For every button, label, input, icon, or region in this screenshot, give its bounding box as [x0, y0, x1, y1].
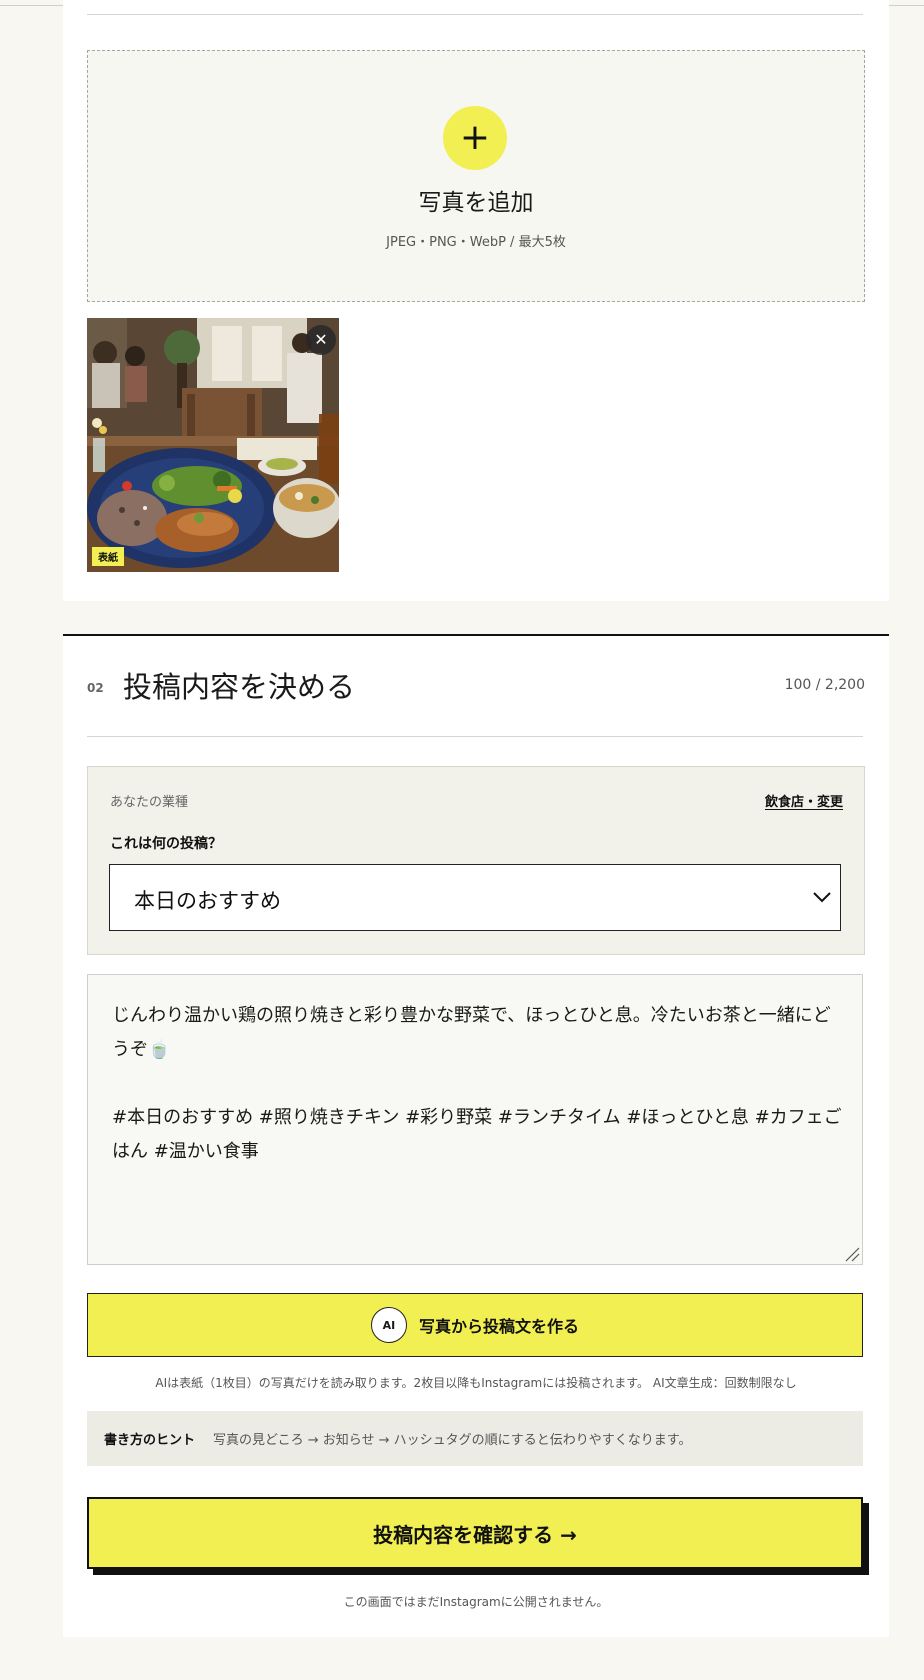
- ai-badge: AI: [370, 1307, 407, 1343]
- post-content-section: 02 投稿内容を決める 100 / 2,200 あなたの業種 飲食店・変更 これ…: [63, 634, 889, 1637]
- ai-note: AIは表紙（1枚目）の写真だけを読み取ります。2枚目以降もInstagramには…: [155, 1376, 797, 1390]
- ai-generate-button[interactable]: AI 写真から投稿文を作る: [87, 1293, 863, 1357]
- writing-hint: 書き方のヒント 写真の見どころ → お知らせ → ハッシュタグの順にすると伝わり…: [87, 1411, 863, 1466]
- hint-text: 写真の見どころ → お知らせ → ハッシュタグの順にすると伝わりやすくなります。: [213, 1433, 692, 1448]
- hint-title: 書き方のヒント: [104, 1433, 196, 1448]
- post-type-selected: 本日のおすすめ: [134, 889, 281, 913]
- divider: [87, 14, 863, 15]
- divider: [87, 736, 863, 737]
- resize-handle-icon[interactable]: [844, 1246, 860, 1262]
- industry-label: あなたの業種: [110, 795, 189, 810]
- chevron-down-icon: [813, 892, 831, 903]
- post-type-select[interactable]: 本日のおすすめ: [109, 864, 841, 931]
- plus-icon: +: [459, 117, 491, 158]
- upload-format-note: JPEG・PNG・WebP / 最大5枚: [386, 235, 566, 250]
- section-number: 02: [87, 681, 104, 695]
- confirm-post-button[interactable]: 投稿内容を確認する →: [87, 1497, 863, 1569]
- photo-section: + 写真を追加 JPEG・PNG・WebP / 最大5枚 ✕ 表紙: [63, 0, 889, 601]
- food-photo: [87, 318, 339, 572]
- post-text[interactable]: じんわり温かい鶏の照り焼きと彩り豊かな野菜で、ほっとひと息。冷たいお茶と一緒にど…: [112, 999, 844, 1169]
- photo-upload-dropzone[interactable]: + 写真を追加 JPEG・PNG・WebP / 最大5枚: [87, 50, 865, 302]
- change-industry-link[interactable]: 飲食店・変更: [765, 791, 843, 810]
- confirm-note: この画面ではまだInstagramに公開されません。: [343, 1595, 609, 1609]
- character-count: 100 / 2,200: [784, 677, 865, 693]
- remove-photo-button[interactable]: ✕: [306, 325, 336, 355]
- upload-title: 写真を追加: [418, 190, 534, 216]
- cover-badge: 表紙: [92, 547, 124, 566]
- post-type-question: これは何の投稿？: [110, 836, 222, 852]
- section-title: 投稿内容を決める: [123, 670, 356, 704]
- add-photo-button[interactable]: +: [443, 106, 507, 170]
- close-icon: ✕: [314, 330, 328, 349]
- post-text-area[interactable]: じんわり温かい鶏の照り焼きと彩り豊かな野菜で、ほっとひと息。冷たいお茶と一緒にど…: [87, 974, 863, 1265]
- ai-generate-label: 写真から投稿文を作る: [418, 1317, 579, 1336]
- photo-thumbnail[interactable]: ✕ 表紙: [87, 318, 339, 572]
- industry-panel: あなたの業種 飲食店・変更 これは何の投稿？ 本日のおすすめ: [87, 766, 865, 955]
